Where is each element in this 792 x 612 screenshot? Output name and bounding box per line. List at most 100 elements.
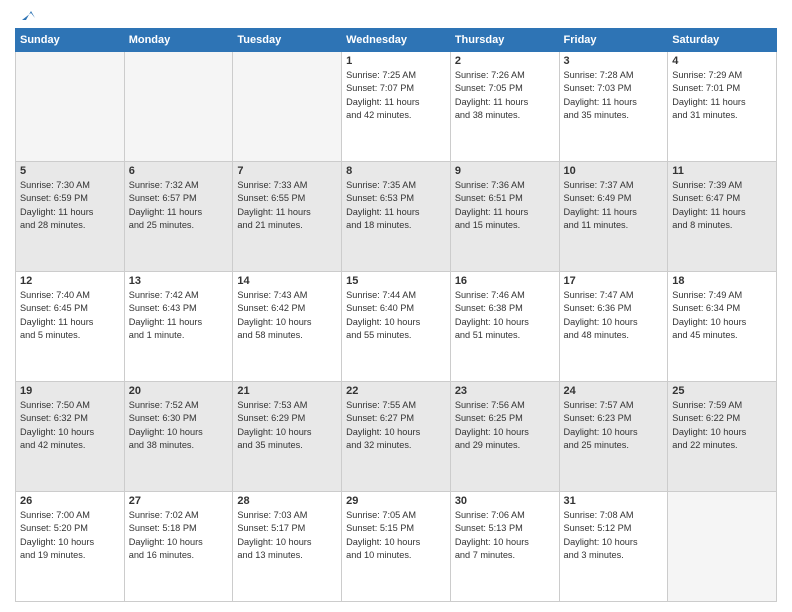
day-info: Sunrise: 7:50 AM Sunset: 6:32 PM Dayligh…: [20, 399, 120, 452]
day-number: 26: [20, 495, 120, 507]
day-number: 3: [564, 55, 664, 67]
day-info: Sunrise: 7:28 AM Sunset: 7:03 PM Dayligh…: [564, 69, 664, 122]
day-number: 27: [129, 495, 229, 507]
logo-icon: [17, 6, 35, 24]
calendar-cell: 20Sunrise: 7:52 AM Sunset: 6:30 PM Dayli…: [124, 382, 233, 492]
day-info: Sunrise: 7:32 AM Sunset: 6:57 PM Dayligh…: [129, 179, 229, 232]
day-number: 11: [672, 165, 772, 177]
day-number: 10: [564, 165, 664, 177]
day-info: Sunrise: 7:53 AM Sunset: 6:29 PM Dayligh…: [237, 399, 337, 452]
day-number: 18: [672, 275, 772, 287]
day-info: Sunrise: 7:40 AM Sunset: 6:45 PM Dayligh…: [20, 289, 120, 342]
calendar-cell: 7 Sunrise: 7:33 AM Sunset: 6:55 PM Daylig…: [233, 162, 342, 272]
page: SundayMondayTuesdayWednesdayThursdayFrid…: [0, 0, 792, 612]
calendar-cell: 25 Sunrise: 7:59 AM Sunset: 6:22 PM Dayli…: [668, 382, 777, 492]
day-number: 28: [237, 495, 337, 507]
day-info: Sunrise: 7:00 AM Sunset: 5:20 PM Dayligh…: [20, 509, 120, 562]
day-number: 7: [237, 165, 337, 177]
calendar-cell: 29 Sunrise: 7:05 AM Sunset: 5:15 PM Dayli…: [342, 492, 451, 602]
calendar-cell: 2Sunrise: 7:26 AM Sunset: 7:05 PM Daylig…: [450, 52, 559, 162]
day-number: 13: [129, 275, 229, 287]
weekday-header-thursday: Thursday: [450, 29, 559, 52]
calendar-cell: 8Sunrise: 7:35 AM Sunset: 6:53 PM Daylig…: [342, 162, 451, 272]
day-info: Sunrise: 7:33 AM Sunset: 6:55 PM Dayligh…: [237, 179, 337, 232]
day-info: Sunrise: 7:49 AM Sunset: 6:34 PM Dayligh…: [672, 289, 772, 342]
day-number: 16: [455, 275, 555, 287]
calendar-cell: 18 Sunrise: 7:49 AM Sunset: 6:34 PM Dayli…: [668, 272, 777, 382]
day-info: Sunrise: 7:37 AM Sunset: 6:49 PM Dayligh…: [564, 179, 664, 232]
weekday-header-row: SundayMondayTuesdayWednesdayThursdayFrid…: [16, 29, 777, 52]
day-info: Sunrise: 7:02 AM Sunset: 5:18 PM Dayligh…: [129, 509, 229, 562]
calendar-cell: 19 Sunrise: 7:50 AM Sunset: 6:32 PM Dayli…: [16, 382, 125, 492]
calendar-week-5: 26 Sunrise: 7:00 AM Sunset: 5:20 PM Dayli…: [16, 492, 777, 602]
calendar-cell: 23 Sunrise: 7:56 AM Sunset: 6:25 PM Dayli…: [450, 382, 559, 492]
calendar-cell: 26 Sunrise: 7:00 AM Sunset: 5:20 PM Dayli…: [16, 492, 125, 602]
day-number: 19: [20, 385, 120, 397]
logo: [15, 10, 35, 20]
header: [15, 10, 777, 20]
calendar-cell: 6Sunrise: 7:32 AM Sunset: 6:57 PM Daylig…: [124, 162, 233, 272]
day-number: 25: [672, 385, 772, 397]
day-number: 30: [455, 495, 555, 507]
day-info: Sunrise: 7:59 AM Sunset: 6:22 PM Dayligh…: [672, 399, 772, 452]
calendar-cell: 16 Sunrise: 7:46 AM Sunset: 6:38 PM Dayli…: [450, 272, 559, 382]
calendar-cell: 10 Sunrise: 7:37 AM Sunset: 6:49 PM Dayli…: [559, 162, 668, 272]
day-number: 24: [564, 385, 664, 397]
day-info: Sunrise: 7:03 AM Sunset: 5:17 PM Dayligh…: [237, 509, 337, 562]
calendar-cell: 11 Sunrise: 7:39 AM Sunset: 6:47 PM Dayli…: [668, 162, 777, 272]
day-info: Sunrise: 7:30 AM Sunset: 6:59 PM Dayligh…: [20, 179, 120, 232]
day-number: 23: [455, 385, 555, 397]
calendar-cell: 21 Sunrise: 7:53 AM Sunset: 6:29 PM Dayli…: [233, 382, 342, 492]
weekday-header-monday: Monday: [124, 29, 233, 52]
day-info: Sunrise: 7:25 AM Sunset: 7:07 PM Dayligh…: [346, 69, 446, 122]
day-info: Sunrise: 7:05 AM Sunset: 5:15 PM Dayligh…: [346, 509, 446, 562]
calendar-week-2: 5 Sunrise: 7:30 AM Sunset: 6:59 PM Daylig…: [16, 162, 777, 272]
day-info: Sunrise: 7:29 AM Sunset: 7:01 PM Dayligh…: [672, 69, 772, 122]
day-info: Sunrise: 7:43 AM Sunset: 6:42 PM Dayligh…: [237, 289, 337, 342]
calendar-cell: [668, 492, 777, 602]
day-info: Sunrise: 7:44 AM Sunset: 6:40 PM Dayligh…: [346, 289, 446, 342]
day-info: Sunrise: 7:57 AM Sunset: 6:23 PM Dayligh…: [564, 399, 664, 452]
calendar-cell: 28 Sunrise: 7:03 AM Sunset: 5:17 PM Dayli…: [233, 492, 342, 602]
day-info: Sunrise: 7:47 AM Sunset: 6:36 PM Dayligh…: [564, 289, 664, 342]
day-number: 21: [237, 385, 337, 397]
day-info: Sunrise: 7:56 AM Sunset: 6:25 PM Dayligh…: [455, 399, 555, 452]
calendar-week-4: 19 Sunrise: 7:50 AM Sunset: 6:32 PM Dayli…: [16, 382, 777, 492]
calendar-cell: 17Sunrise: 7:47 AM Sunset: 6:36 PM Dayli…: [559, 272, 668, 382]
day-info: Sunrise: 7:42 AM Sunset: 6:43 PM Dayligh…: [129, 289, 229, 342]
calendar-cell: [233, 52, 342, 162]
calendar-week-1: 1Sunrise: 7:25 AM Sunset: 7:07 PM Daylig…: [16, 52, 777, 162]
day-number: 20: [129, 385, 229, 397]
weekday-header-saturday: Saturday: [668, 29, 777, 52]
day-number: 31: [564, 495, 664, 507]
calendar-cell: 31 Sunrise: 7:08 AM Sunset: 5:12 PM Dayli…: [559, 492, 668, 602]
calendar-cell: 30Sunrise: 7:06 AM Sunset: 5:13 PM Dayli…: [450, 492, 559, 602]
calendar-cell: 4 Sunrise: 7:29 AM Sunset: 7:01 PM Daylig…: [668, 52, 777, 162]
calendar-cell: 5 Sunrise: 7:30 AM Sunset: 6:59 PM Daylig…: [16, 162, 125, 272]
weekday-header-wednesday: Wednesday: [342, 29, 451, 52]
weekday-header-sunday: Sunday: [16, 29, 125, 52]
day-number: 22: [346, 385, 446, 397]
day-number: 12: [20, 275, 120, 287]
calendar-cell: [124, 52, 233, 162]
calendar-week-3: 12 Sunrise: 7:40 AM Sunset: 6:45 PM Dayli…: [16, 272, 777, 382]
day-info: Sunrise: 7:26 AM Sunset: 7:05 PM Dayligh…: [455, 69, 555, 122]
calendar-cell: 1Sunrise: 7:25 AM Sunset: 7:07 PM Daylig…: [342, 52, 451, 162]
day-number: 14: [237, 275, 337, 287]
day-info: Sunrise: 7:46 AM Sunset: 6:38 PM Dayligh…: [455, 289, 555, 342]
weekday-header-friday: Friday: [559, 29, 668, 52]
calendar-cell: 3 Sunrise: 7:28 AM Sunset: 7:03 PM Daylig…: [559, 52, 668, 162]
weekday-header-tuesday: Tuesday: [233, 29, 342, 52]
day-info: Sunrise: 7:55 AM Sunset: 6:27 PM Dayligh…: [346, 399, 446, 452]
day-info: Sunrise: 7:35 AM Sunset: 6:53 PM Dayligh…: [346, 179, 446, 232]
calendar-cell: 12 Sunrise: 7:40 AM Sunset: 6:45 PM Dayli…: [16, 272, 125, 382]
day-info: Sunrise: 7:39 AM Sunset: 6:47 PM Dayligh…: [672, 179, 772, 232]
day-info: Sunrise: 7:08 AM Sunset: 5:12 PM Dayligh…: [564, 509, 664, 562]
day-number: 5: [20, 165, 120, 177]
day-number: 15: [346, 275, 446, 287]
calendar-cell: 15 Sunrise: 7:44 AM Sunset: 6:40 PM Dayli…: [342, 272, 451, 382]
calendar-cell: [16, 52, 125, 162]
day-number: 29: [346, 495, 446, 507]
day-number: 4: [672, 55, 772, 67]
calendar-cell: 14 Sunrise: 7:43 AM Sunset: 6:42 PM Dayli…: [233, 272, 342, 382]
